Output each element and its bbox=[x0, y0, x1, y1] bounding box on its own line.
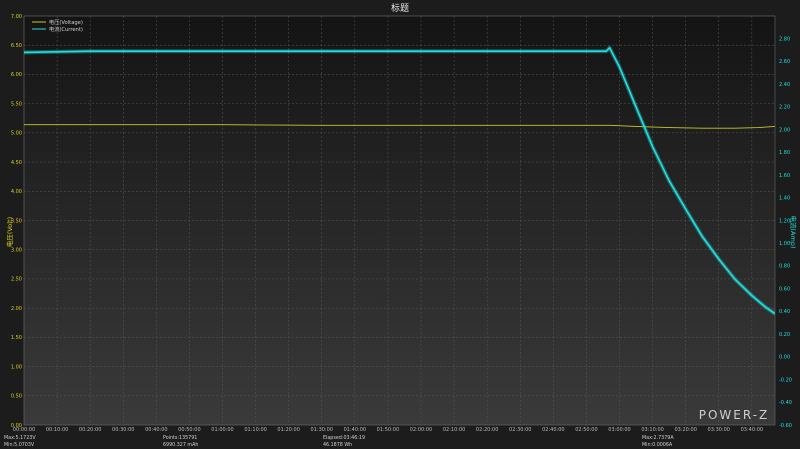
y-tick-right-label: 0.40 bbox=[779, 309, 790, 315]
y-tick-right-label: -0.20 bbox=[779, 377, 792, 383]
y-tick-right-label: 1.40 bbox=[779, 196, 790, 202]
x-tick-label: 02:10:00 bbox=[443, 427, 465, 433]
capacity: 6990.327 mAh bbox=[163, 442, 198, 448]
legend-label-voltage: 电压(Voltage) bbox=[49, 18, 83, 26]
y-tick-right-label: 2.40 bbox=[779, 82, 790, 88]
x-tick-label: 02:00:00 bbox=[410, 427, 432, 433]
y-tick-left-label: 1.00 bbox=[11, 364, 22, 370]
power-z-logo: POWER-Z bbox=[699, 408, 770, 422]
x-tick-label: 02:50:00 bbox=[575, 427, 597, 433]
y-tick-left-label: 5.50 bbox=[11, 101, 22, 107]
x-tick-label: 00:00:00 bbox=[13, 427, 35, 433]
chart-title: 标题 bbox=[391, 2, 409, 14]
x-tick-label: 03:00:00 bbox=[608, 427, 630, 433]
max-voltage: Max:5.1723V bbox=[4, 435, 36, 441]
y-tick-right-label: 0.60 bbox=[779, 286, 790, 292]
y-tick-left-label: 2.50 bbox=[11, 277, 22, 283]
y-tick-right-label: 1.60 bbox=[779, 173, 790, 179]
max-current: Max:2.7379A bbox=[642, 435, 674, 441]
y-axis-right-label: 电流(Amp) bbox=[789, 216, 798, 249]
energy: 46.1878 Wh bbox=[323, 442, 352, 448]
y-tick-left-label: 1.50 bbox=[11, 335, 22, 341]
x-tick-label: 03:40:00 bbox=[741, 427, 763, 433]
y-tick-left-label: 7.00 bbox=[11, 14, 22, 20]
y-tick-right-label: 0.20 bbox=[779, 332, 790, 338]
x-tick-label: 01:40:00 bbox=[344, 427, 366, 433]
y-tick-right-label: 0.80 bbox=[779, 264, 790, 270]
min-voltage: Min:5.0703V bbox=[4, 442, 35, 448]
y-tick-right-label: 1.80 bbox=[779, 150, 790, 156]
x-tick-label: 00:20:00 bbox=[79, 427, 101, 433]
x-tick-label: 01:30:00 bbox=[311, 427, 333, 433]
y-tick-left-label: 5.00 bbox=[11, 131, 22, 137]
elapsed: Elapsed:03:46:19 bbox=[323, 435, 365, 441]
y-tick-right-label: 1.20 bbox=[779, 218, 790, 224]
y-tick-right-label: 2.60 bbox=[779, 59, 790, 65]
x-tick-label: 03:20:00 bbox=[674, 427, 696, 433]
y-tick-left-label: 3.00 bbox=[11, 248, 22, 254]
y-tick-right-label: 0.00 bbox=[779, 355, 790, 361]
y-tick-right-label: 2.00 bbox=[779, 127, 790, 133]
y-tick-left-label: 6.00 bbox=[11, 72, 22, 78]
legend-label-current: 电流(Current) bbox=[49, 25, 83, 33]
x-tick-label: 03:10:00 bbox=[641, 427, 663, 433]
chart: 0.000.501.001.502.002.503.003.504.004.50… bbox=[0, 0, 800, 449]
x-tick-label: 01:20:00 bbox=[277, 427, 299, 433]
x-tick-label: 01:50:00 bbox=[377, 427, 399, 433]
x-tick-label: 02:20:00 bbox=[476, 427, 498, 433]
y-tick-right-label: -0.60 bbox=[779, 423, 792, 429]
y-tick-left-label: 6.50 bbox=[11, 43, 22, 49]
points: Points:135791 bbox=[163, 435, 197, 441]
y-tick-right-label: -0.40 bbox=[779, 400, 792, 406]
y-tick-left-label: 0.50 bbox=[11, 394, 22, 400]
x-tick-label: 00:30:00 bbox=[112, 427, 134, 433]
x-tick-label: 03:30:00 bbox=[708, 427, 730, 433]
x-tick-label: 00:40:00 bbox=[145, 427, 167, 433]
x-tick-label: 00:10:00 bbox=[46, 427, 68, 433]
x-tick-label: 01:00:00 bbox=[211, 427, 233, 433]
min-current: Min:0.0006A bbox=[642, 442, 673, 448]
logo-text: POWER-Z bbox=[699, 408, 770, 422]
x-tick-label: 01:10:00 bbox=[244, 427, 266, 433]
y-tick-right-label: 2.80 bbox=[779, 37, 790, 43]
x-tick-label: 00:50:00 bbox=[178, 427, 200, 433]
x-tick-label: 02:40:00 bbox=[542, 427, 564, 433]
y-tick-left-label: 4.00 bbox=[11, 189, 22, 195]
y-axis-left-label: 电压(Volt) bbox=[5, 217, 14, 247]
x-axis: 00:00:00 00:10:00 00:20:00 00:30:00 00:40:00… bbox=[13, 427, 763, 433]
x-tick-label: 02:30:00 bbox=[509, 427, 531, 433]
y-tick-left-label: 2.00 bbox=[11, 306, 22, 312]
y-tick-left-label: 4.50 bbox=[11, 160, 22, 166]
y-tick-right-label: 1.00 bbox=[779, 241, 790, 247]
y-tick-right-label: 2.20 bbox=[779, 105, 790, 111]
